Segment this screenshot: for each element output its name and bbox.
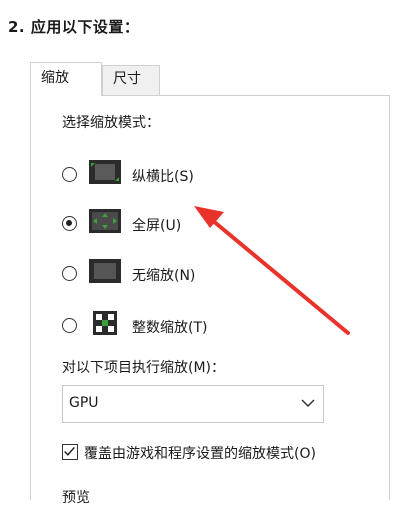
override-scaling-label: 覆盖由游戏和程序设置的缩放模式(O): [84, 446, 316, 462]
perform-scaling-on-value: GPU: [69, 395, 99, 411]
preview-label: 预览: [62, 490, 90, 506]
tab-scaling[interactable]: 缩放: [30, 62, 102, 96]
radio-full-screen[interactable]: [62, 216, 77, 231]
perform-scaling-on-label: 对以下项目执行缩放(M)：: [62, 360, 226, 376]
option-aspect-ratio-label: 纵横比(S): [132, 169, 194, 185]
checkmark-icon: [64, 446, 75, 456]
override-scaling-checkbox[interactable]: [62, 444, 78, 460]
no-scaling-icon: [89, 259, 121, 283]
option-no-scaling-label: 无缩放(N): [132, 268, 196, 284]
radio-aspect-ratio[interactable]: [62, 167, 77, 182]
aspect-ratio-icon: [89, 160, 121, 184]
scaling-mode-label: 选择缩放模式：: [62, 115, 160, 131]
tab-size[interactable]: 尺寸: [102, 65, 160, 95]
full-screen-icon: [89, 209, 121, 233]
radio-no-scaling[interactable]: [62, 266, 77, 281]
chevron-down-icon: [301, 399, 315, 408]
scaling-panel: [30, 95, 390, 500]
integer-scaling-icon: [93, 311, 117, 335]
option-full-screen-label: 全屏(U): [132, 218, 182, 234]
perform-scaling-on-select[interactable]: GPU: [62, 385, 324, 423]
step-heading: 2. 应用以下设置：: [8, 18, 140, 36]
option-integer-scaling-label: 整数缩放(T): [132, 320, 208, 336]
radio-integer-scaling[interactable]: [62, 318, 77, 333]
